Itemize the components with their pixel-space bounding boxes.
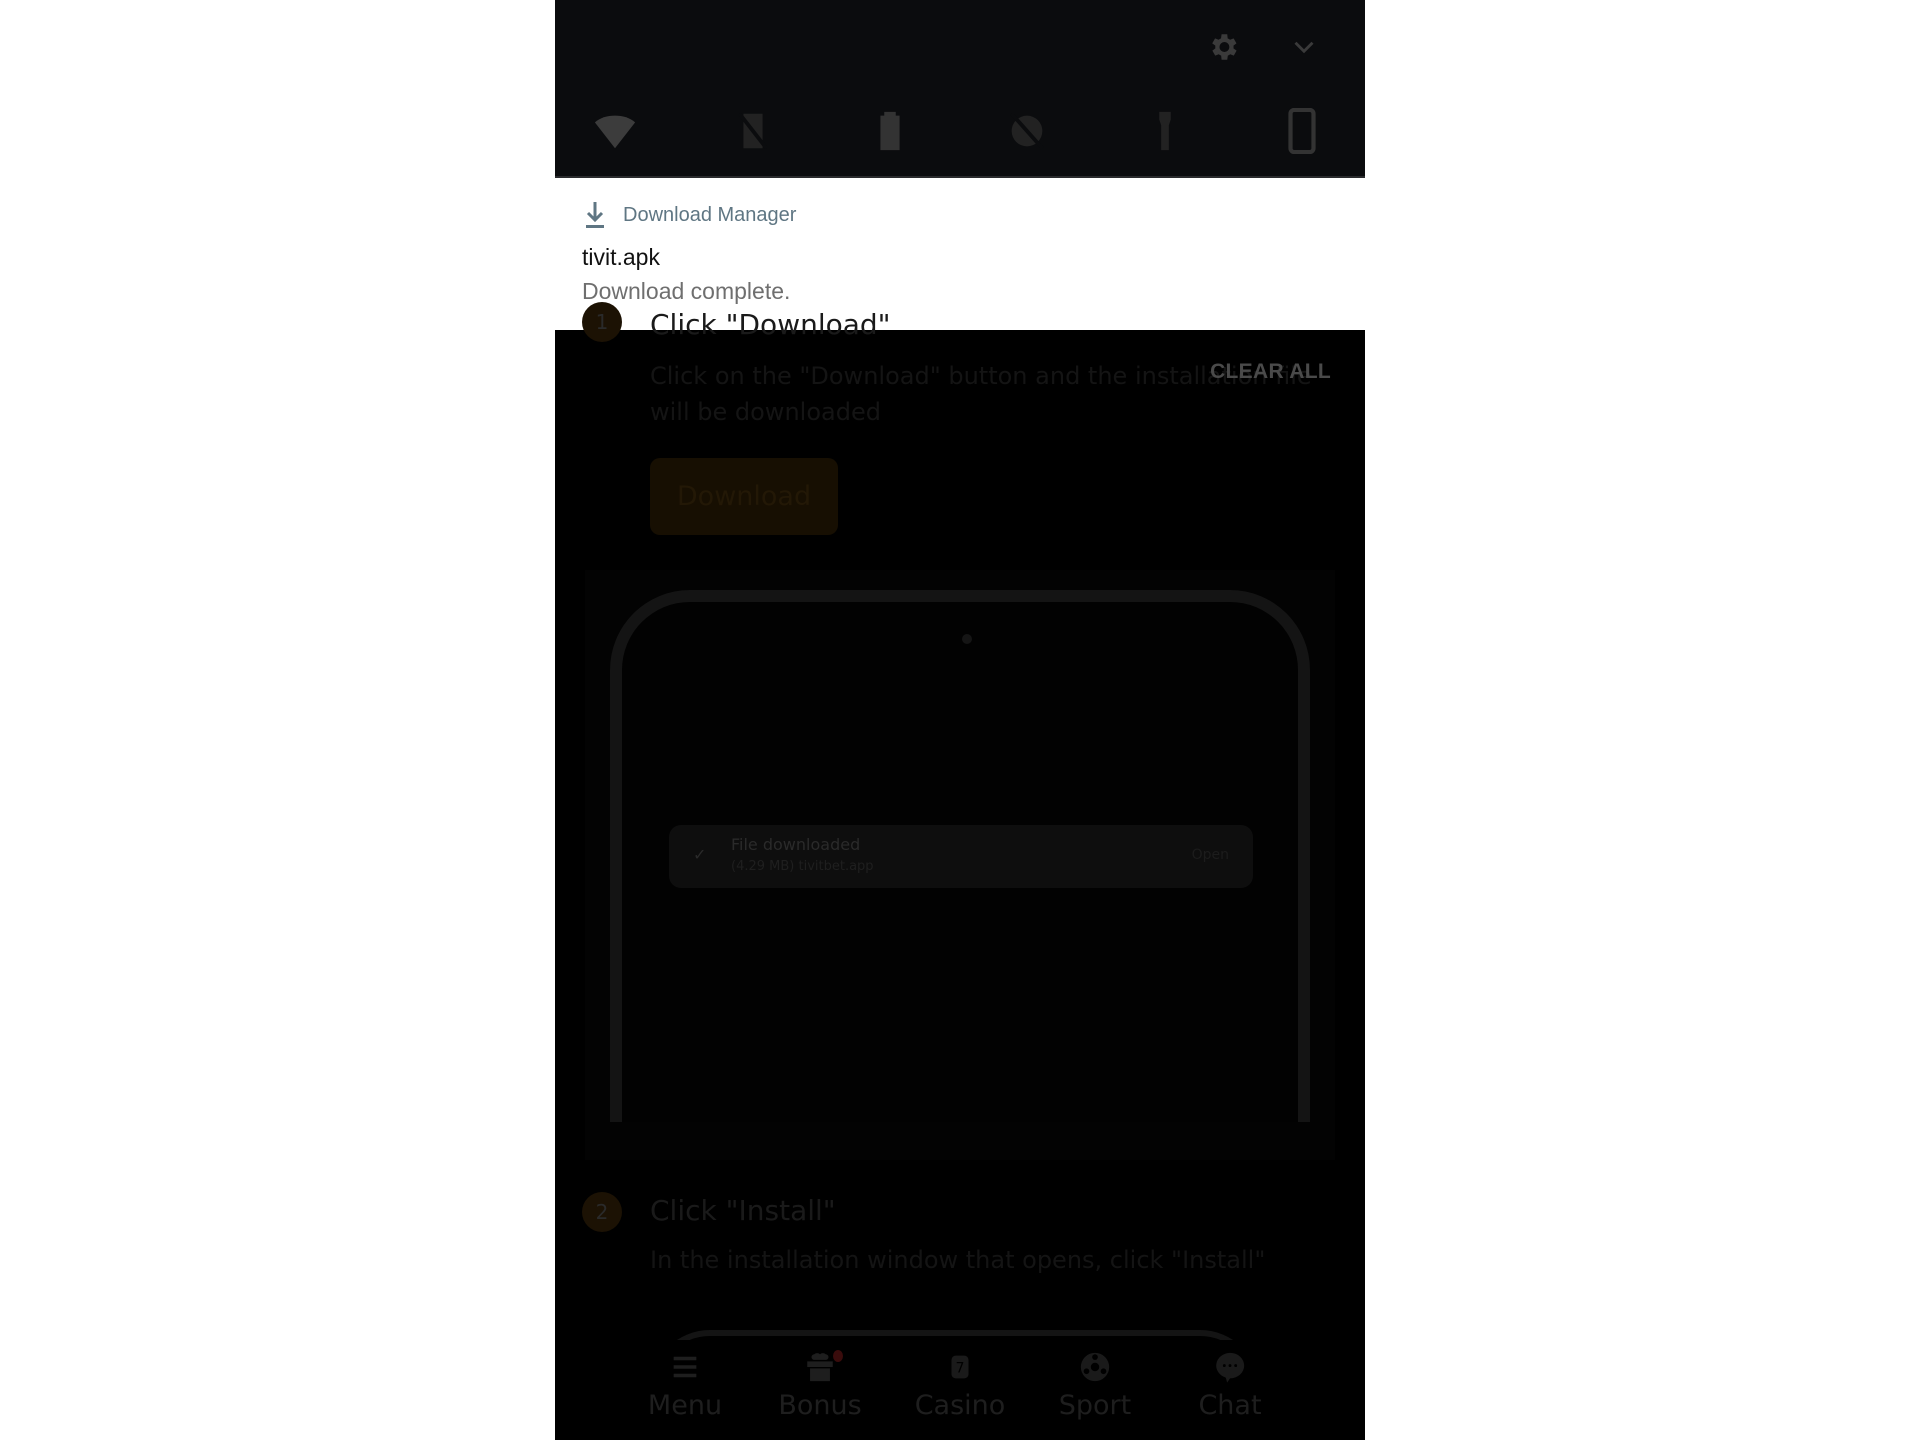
wifi-icon[interactable] xyxy=(592,108,638,154)
gift-icon xyxy=(803,1350,837,1384)
casino-icon: 7 xyxy=(943,1350,977,1384)
chat-icon xyxy=(1213,1350,1247,1384)
nav-casino-label: Casino xyxy=(914,1390,1006,1421)
step-2-title: Click "Install" xyxy=(650,1194,836,1227)
notification-badge xyxy=(833,1350,843,1362)
quick-settings-tiles xyxy=(555,107,1365,156)
notification-title: tivit.apk xyxy=(582,244,660,270)
step-2-description: In the installation window that opens, c… xyxy=(650,1246,1266,1274)
phone-mockup-image: ✓ File downloaded (4.29 MB) tivitbet.app… xyxy=(610,590,1310,1122)
quick-settings-panel xyxy=(555,0,1365,179)
nav-bonus-label: Bonus xyxy=(778,1390,862,1421)
mockup-card-title: File downloaded xyxy=(731,835,861,854)
clear-all-button[interactable]: CLEAR ALL xyxy=(1210,360,1331,384)
gear-icon[interactable] xyxy=(1206,30,1240,64)
nav-bonus[interactable]: Bonus xyxy=(765,1350,875,1440)
step-1-number: 1 xyxy=(582,302,622,342)
mockup-open-label: Open xyxy=(1191,847,1229,863)
check-icon: ✓ xyxy=(693,845,707,864)
nav-sport-label: Sport xyxy=(1058,1390,1132,1421)
step-2-number: 2 xyxy=(582,1192,622,1232)
download-icon xyxy=(583,200,607,230)
mockup-card-subtitle: (4.29 MB) tivitbet.app xyxy=(731,859,874,874)
camera-icon xyxy=(962,634,972,644)
notification-body: Download complete. xyxy=(582,278,791,304)
bottom-navigation: Menu Bonus 7 Casino Sport Chat xyxy=(555,1340,1365,1440)
no-sim-icon[interactable] xyxy=(730,108,776,154)
nav-menu-label: Menu xyxy=(647,1390,723,1421)
phone-rotate-icon[interactable] xyxy=(1279,107,1325,155)
nav-menu[interactable]: Menu xyxy=(630,1350,740,1440)
soccer-ball-icon xyxy=(1078,1350,1112,1384)
nav-chat-label: Chat xyxy=(1198,1390,1262,1421)
step-1-title: Click "Download" xyxy=(650,308,891,341)
mockup-download-card: ✓ File downloaded (4.29 MB) tivitbet.app… xyxy=(669,825,1253,888)
flashlight-icon[interactable] xyxy=(1142,108,1188,154)
dnd-off-icon[interactable] xyxy=(1004,108,1050,154)
dimmed-page-content: CLEAR ALL 1 Click "Download" Click on th… xyxy=(555,302,1365,1440)
notification-app-name: Download Manager xyxy=(623,204,797,226)
menu-icon xyxy=(668,1350,702,1384)
svg-text:7: 7 xyxy=(955,1361,964,1377)
phone-screen: Download Manager tivit.apk Download comp… xyxy=(555,0,1365,1440)
chevron-down-icon[interactable] xyxy=(1287,30,1321,64)
nav-sport[interactable]: Sport xyxy=(1040,1350,1150,1440)
battery-icon[interactable] xyxy=(867,108,913,154)
nav-chat[interactable]: Chat xyxy=(1175,1350,1285,1440)
nav-casino[interactable]: 7 Casino xyxy=(905,1350,1015,1440)
download-button[interactable]: Download xyxy=(650,458,838,535)
